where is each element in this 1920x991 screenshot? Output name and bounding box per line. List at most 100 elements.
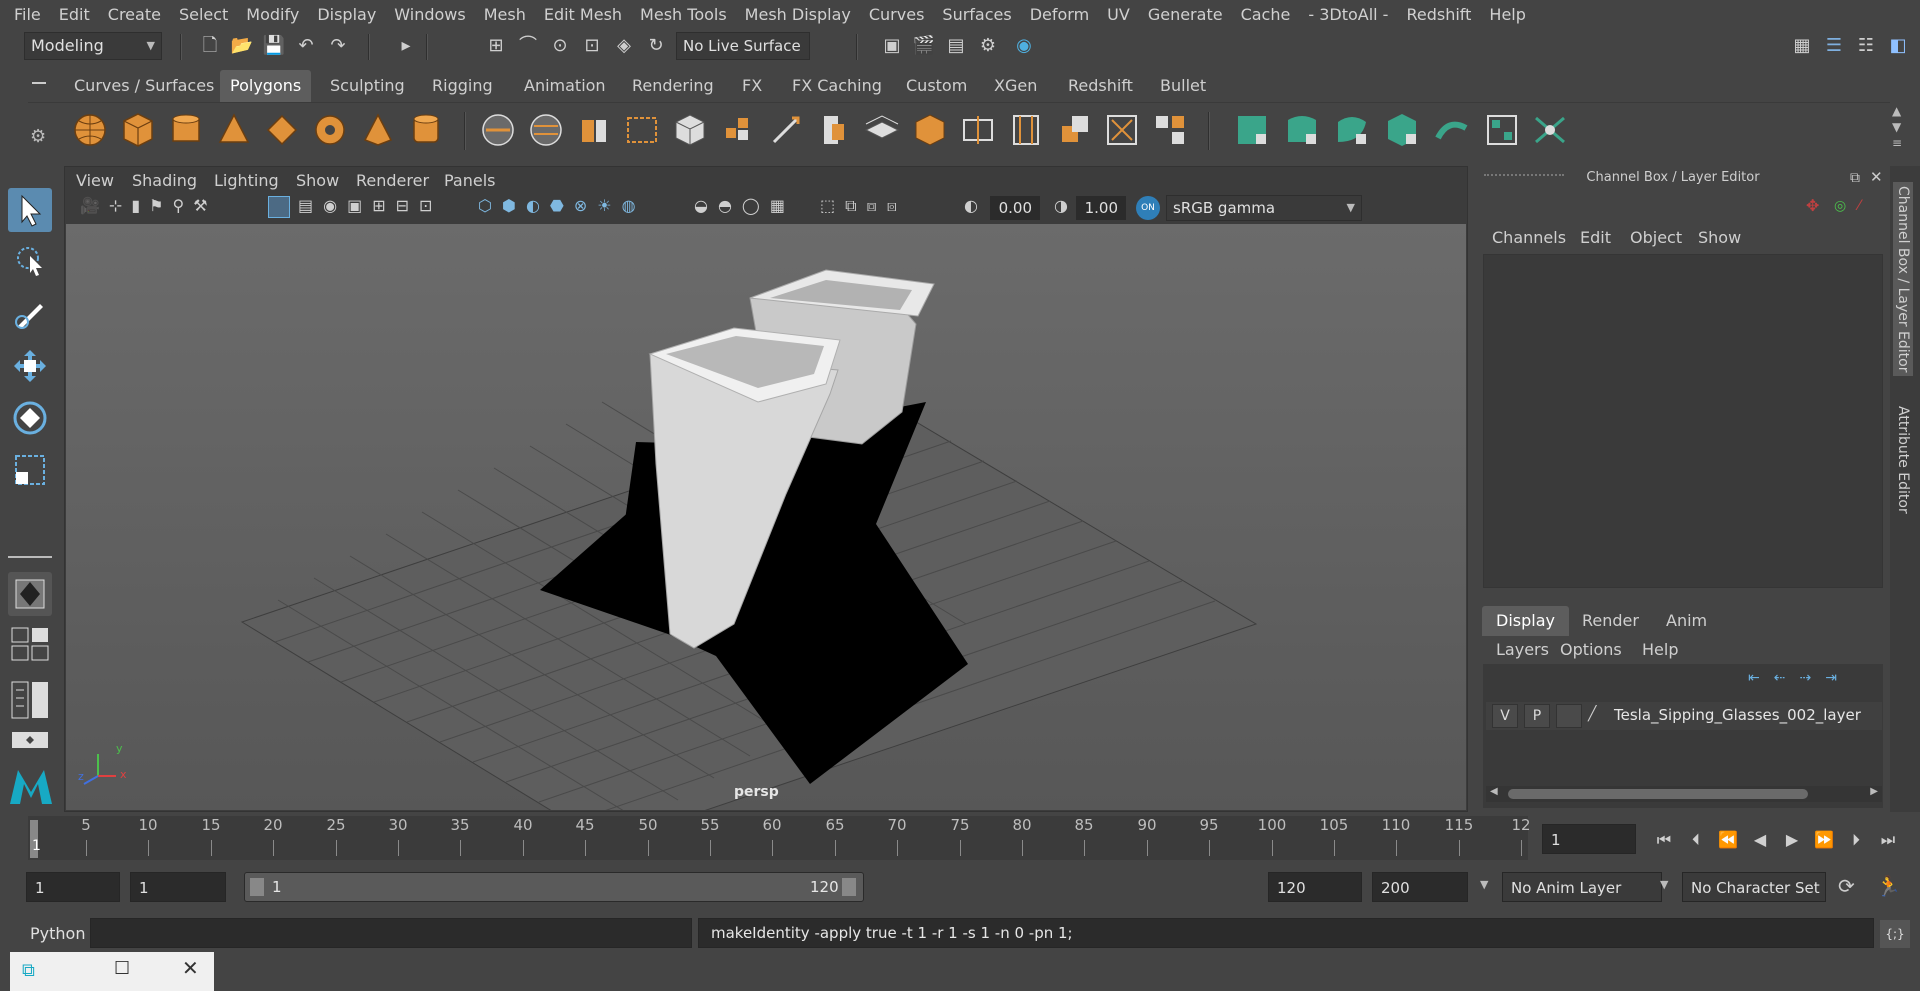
mirror-icon[interactable] (1150, 110, 1190, 150)
menu-edit[interactable]: Edit (50, 0, 99, 30)
layers-menu[interactable]: Layers (1496, 640, 1549, 659)
channel-list[interactable] (1483, 254, 1883, 588)
shelf-scroll-up-icon[interactable]: ▲ (1892, 104, 1901, 118)
render-settings-icon[interactable]: ⚙ (976, 34, 1000, 58)
menu-3dtoall[interactable]: - 3DtoAll - (1299, 0, 1397, 30)
character-set-dropdown[interactable]: No Character Set (1682, 872, 1826, 902)
move-tool-icon[interactable] (8, 344, 52, 388)
uv-spherical-icon[interactable] (1332, 110, 1372, 150)
fill-hole-icon[interactable] (1054, 110, 1094, 150)
poly-cone-icon[interactable] (214, 110, 254, 150)
append-icon[interactable] (1006, 110, 1046, 150)
chevron-down-icon[interactable]: ▼ (1480, 878, 1488, 891)
layer-playback-toggle[interactable]: P (1524, 704, 1550, 728)
tab-render[interactable]: Render (1568, 606, 1653, 636)
speed-icon[interactable]: ◎ (1834, 198, 1846, 214)
layer-help-menu[interactable]: Help (1642, 640, 1678, 659)
playback-start-field[interactable]: 1 (130, 872, 226, 902)
menu-uv[interactable]: UV (1098, 0, 1139, 30)
menu-surfaces[interactable]: Surfaces (933, 0, 1020, 30)
undo-icon[interactable]: ↶ (294, 34, 318, 58)
tab-rigging[interactable]: Rigging (422, 70, 503, 102)
tab-custom[interactable]: Custom (896, 70, 977, 102)
tab-animation[interactable]: Animation (514, 70, 616, 102)
scroll-left-icon[interactable]: ◀ (1490, 786, 1498, 797)
step-back-icon[interactable]: ⏴ (1684, 828, 1708, 852)
playback-preferences-icon[interactable]: 🏃 (1876, 874, 1901, 898)
script-editor-icon[interactable]: {;} (1880, 920, 1910, 948)
range-slider[interactable] (244, 872, 864, 902)
poly-cylinder-icon[interactable] (166, 110, 206, 150)
gamma-field[interactable]: 1.00 (1076, 196, 1126, 220)
panel-menu-lighting[interactable]: Lighting (214, 170, 279, 192)
layer-scrollbar[interactable]: ◀ ▶ (1486, 786, 1882, 802)
render-view-icon[interactable]: ▣ (880, 34, 904, 58)
play-backward-icon[interactable]: ◀ (1748, 828, 1772, 852)
minimized-window[interactable]: ⧉ ☐ ✕ (10, 952, 214, 991)
menu-edit-mesh[interactable]: Edit Mesh (535, 0, 631, 30)
auto-key-icon[interactable]: ⟳ (1838, 874, 1855, 898)
command-language-label[interactable]: Python (30, 924, 85, 943)
step-back-key-icon[interactable]: ⏪ (1716, 828, 1740, 852)
edit-menu[interactable]: Edit (1580, 228, 1611, 247)
snap-live-icon[interactable]: ↻ (644, 34, 668, 58)
viewport-toolbar-camera-icons[interactable]: 🎥⊹▮⚑⚲⚒ (80, 196, 217, 215)
wireframe-grid-icon[interactable] (268, 196, 290, 218)
menu-mesh-tools[interactable]: Mesh Tools (631, 0, 736, 30)
save-scene-icon[interactable]: 💾 (262, 34, 286, 58)
edge-loop-icon[interactable] (814, 110, 854, 150)
range-start-handle[interactable] (250, 878, 264, 896)
viewport-toolbar-shading-icons[interactable]: ⬡⬢◐⬣⊗☀◍ (478, 196, 646, 215)
tab-anim[interactable]: Anim (1652, 606, 1721, 636)
new-scene-icon[interactable]: 🗋 (198, 34, 222, 58)
attribute-editor-icon[interactable]: ☷ (1854, 34, 1878, 58)
menu-file[interactable]: File (0, 0, 50, 30)
chevron-down-icon[interactable]: ▼ (1660, 878, 1668, 891)
smooth-icon[interactable] (1102, 110, 1142, 150)
snap-view-icon[interactable]: ⊡ (580, 34, 604, 58)
shelf-menu-icon[interactable] (28, 70, 46, 102)
exposure-icon[interactable]: ◐ (964, 196, 978, 215)
tab-bullet[interactable]: Bullet (1150, 70, 1216, 102)
uv-automatic-icon[interactable] (1382, 110, 1422, 150)
separate-icon[interactable] (526, 110, 566, 150)
combine-icon[interactable] (478, 110, 518, 150)
menu-help[interactable]: Help (1480, 0, 1534, 30)
poly-torus-icon[interactable] (310, 110, 350, 150)
panel-menu-panels[interactable]: Panels (444, 170, 496, 192)
snap-grid-icon[interactable]: ⊞ (484, 34, 508, 58)
scrollbar-thumb[interactable] (1508, 789, 1808, 799)
color-management-toggle-icon[interactable]: ON (1136, 196, 1160, 220)
panel-menu-view[interactable]: View (76, 170, 114, 192)
layout-outliner-icon[interactable] (10, 680, 50, 720)
menu-select[interactable]: Select (170, 0, 237, 30)
layer-color-icon[interactable]: ╱ (1588, 706, 1596, 722)
shelf-settings-icon[interactable]: ⚙ (30, 126, 46, 147)
shelf-menu-down-icon[interactable]: ≡ (1892, 136, 1902, 150)
menu-modify[interactable]: Modify (237, 0, 308, 30)
layer-action-icons[interactable]: ⇤⇠⇢⇥ (1748, 670, 1851, 686)
hyper-icon[interactable]: ⁄ (1858, 198, 1860, 214)
extrude-icon[interactable] (574, 110, 614, 150)
mode-dropdown[interactable]: Modeling ▼ (24, 32, 162, 60)
channels-menu[interactable]: Channels (1492, 228, 1566, 247)
options-menu[interactable]: Options (1560, 640, 1622, 659)
panel-menu-renderer[interactable]: Renderer (356, 170, 429, 192)
object-menu[interactable]: Object (1630, 228, 1682, 247)
tab-redshift[interactable]: Redshift (1058, 70, 1143, 102)
gamma-icon[interactable]: ◑ (1054, 196, 1068, 215)
collapse-icon[interactable]: ▸ (394, 34, 418, 58)
tab-attribute-editor[interactable]: Attribute Editor (1893, 402, 1913, 518)
select-tool-icon[interactable] (8, 188, 52, 232)
layout-toggle-icon[interactable] (10, 730, 50, 750)
go-to-end-icon[interactable]: ⏭ (1876, 828, 1900, 852)
animation-end-field[interactable]: 200 (1372, 872, 1468, 902)
show-menu[interactable]: Show (1698, 228, 1741, 247)
step-forward-icon[interactable]: ⏵ (1844, 828, 1868, 852)
render-frame-icon[interactable]: 🎬 (912, 34, 936, 58)
tab-fx[interactable]: FX (732, 70, 772, 102)
anim-layer-dropdown[interactable]: No Anim Layer (1502, 872, 1662, 902)
step-forward-key-icon[interactable]: ⏩ (1812, 828, 1836, 852)
poly-pyramid-icon[interactable] (358, 110, 398, 150)
maximize-icon[interactable]: ☐ (114, 958, 130, 979)
